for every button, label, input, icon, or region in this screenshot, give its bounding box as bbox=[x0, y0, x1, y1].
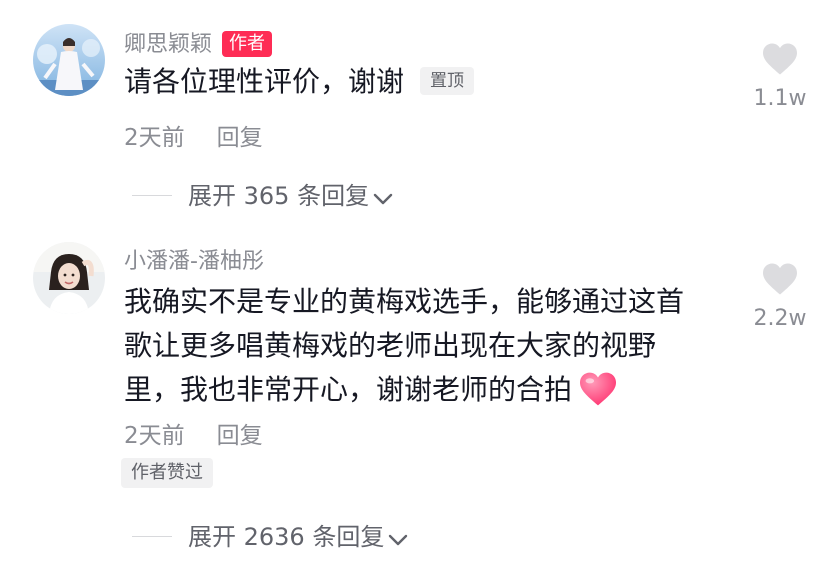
like-count: 2.2w bbox=[753, 306, 807, 331]
comment-text-line: 歌让更多唱黄梅戏的老师出现在大家的视野 bbox=[124, 329, 657, 362]
avatar[interactable] bbox=[33, 242, 105, 314]
comment-text-content: 请各位理性评价，谢谢 bbox=[124, 65, 405, 98]
heart-icon[interactable] bbox=[761, 42, 799, 76]
comment-text: 请各位理性评价，谢谢 置顶 bbox=[124, 60, 475, 104]
chevron-down-icon[interactable] bbox=[388, 533, 408, 547]
comment-text: 我确实不是专业的黄梅戏选手，能够通过这首 歌让更多唱黄梅戏的老师出现在大家的视野… bbox=[124, 280, 684, 412]
chevron-down-icon[interactable] bbox=[373, 192, 393, 206]
comment-text-line-last: 里，我也非常开心，谢谢老师的合拍 bbox=[124, 368, 684, 412]
comment-time: 2天前 bbox=[124, 125, 185, 151]
pink-heart-emoji-icon bbox=[580, 372, 617, 406]
username-text[interactable]: 卿思颖颖 bbox=[124, 32, 212, 57]
avatar[interactable] bbox=[33, 24, 105, 96]
expand-replies-label[interactable]: 展开 365 条回复 bbox=[188, 182, 369, 210]
username[interactable]: 小潘潘-潘柚彤 bbox=[124, 243, 264, 275]
author-badge: 作者 bbox=[222, 31, 273, 57]
comment-text-line: 里，我也非常开心，谢谢老师的合拍 bbox=[124, 373, 573, 406]
comment-item: 卿思颖颖 作者 请各位理性评价，谢谢 置顶 2天前 回复 1.1w 展开 365 条回… bbox=[0, 0, 828, 210]
author-liked-badge: 作者赞过 bbox=[121, 458, 213, 488]
like-count: 1.1w bbox=[753, 86, 807, 111]
username-text[interactable]: 小潘潘-潘柚彤 bbox=[124, 249, 264, 274]
username[interactable]: 卿思颖颖 作者 bbox=[124, 26, 273, 58]
expand-replies-button[interactable]: 展开 2636 条回复 bbox=[132, 517, 408, 552]
divider bbox=[132, 536, 172, 537]
reply-button[interactable]: 回复 bbox=[217, 423, 263, 449]
like-button[interactable]: 2.2w bbox=[745, 262, 815, 331]
reply-button[interactable]: 回复 bbox=[217, 125, 263, 151]
comment-time: 2天前 bbox=[124, 423, 185, 449]
pinned-badge: 置顶 bbox=[420, 67, 475, 95]
expand-replies-button[interactable]: 展开 365 条回复 bbox=[132, 176, 393, 211]
divider bbox=[132, 195, 172, 196]
comment-meta: 2天前 回复 bbox=[124, 118, 263, 152]
like-button[interactable]: 1.1w bbox=[745, 42, 815, 111]
expand-replies-label[interactable]: 展开 2636 条回复 bbox=[188, 523, 384, 551]
comment-meta: 2天前 回复 bbox=[124, 416, 263, 450]
heart-icon[interactable] bbox=[761, 262, 799, 296]
comment-item: 小潘潘-潘柚彤 我确实不是专业的黄梅戏选手，能够通过这首 歌让更多唱黄梅戏的老师… bbox=[0, 220, 828, 577]
comment-text-line: 我确实不是专业的黄梅戏选手，能够通过这首 bbox=[124, 285, 685, 318]
